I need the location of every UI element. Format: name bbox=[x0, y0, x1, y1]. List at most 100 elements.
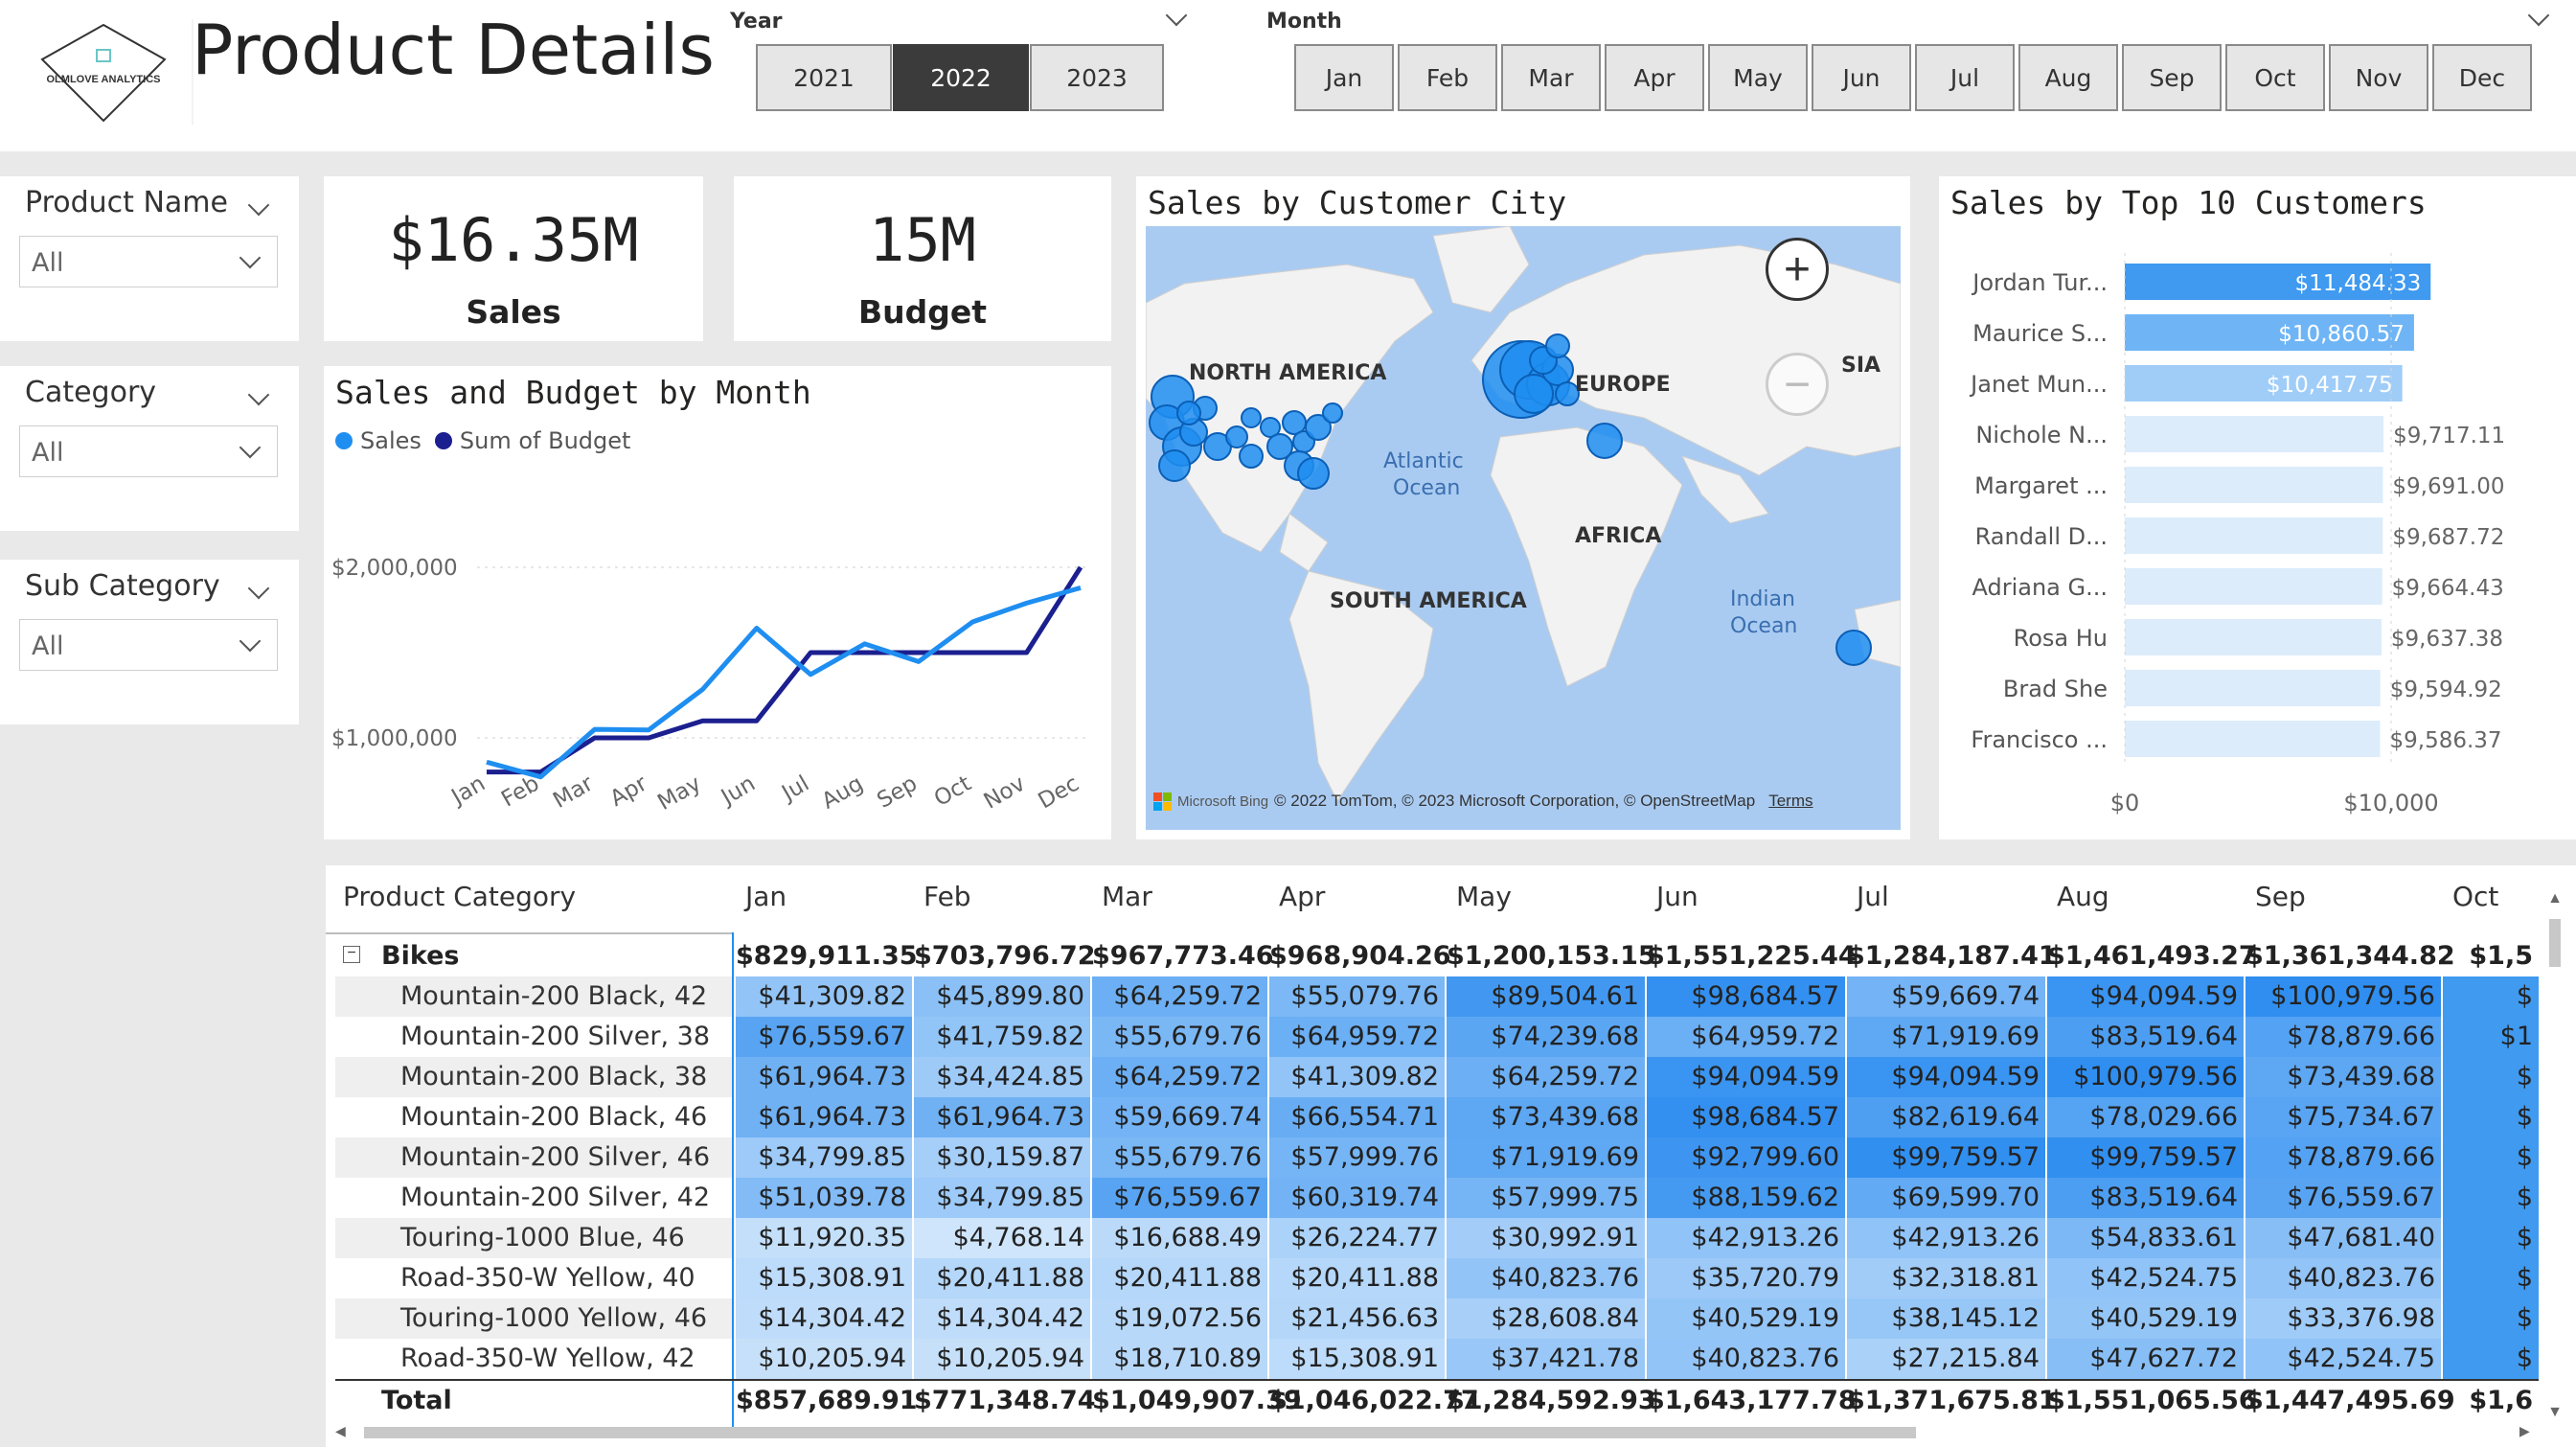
matrix-cell: $40,823.76 bbox=[1447, 1258, 1645, 1298]
bar-value-label: $9,691.00 bbox=[2392, 474, 2504, 499]
horizontal-scrollbar[interactable]: ◀ ▶ bbox=[335, 1423, 2539, 1442]
x-tick-label: $10,000 bbox=[2343, 790, 2438, 816]
matrix-cell: $64,259.72 bbox=[1092, 976, 1267, 1017]
bar-category-label: Francisco ... bbox=[1971, 726, 2108, 753]
bar[interactable] bbox=[2125, 670, 2381, 706]
budget-kpi-card: 15M Budget bbox=[734, 176, 1111, 341]
bar[interactable] bbox=[2125, 467, 2383, 503]
x-tick-label: $0 bbox=[2110, 790, 2140, 816]
top-customers-bar-chart: Sales by Top 10 Customers Jordan Tur... $… bbox=[1939, 176, 2576, 839]
chevron-down-icon[interactable] bbox=[1165, 4, 1188, 27]
month-tile-feb[interactable]: Feb bbox=[1398, 44, 1497, 111]
month-tile-sep[interactable]: Sep bbox=[2122, 44, 2222, 111]
matrix-column-header[interactable]: Oct bbox=[2452, 881, 2498, 912]
chevron-down-icon[interactable] bbox=[239, 246, 262, 269]
matrix-cell: $73,439.68 bbox=[2245, 1057, 2441, 1097]
category-dropdown[interactable]: All bbox=[19, 425, 278, 477]
scroll-up-icon[interactable]: ▲ bbox=[2545, 890, 2565, 907]
x-tick-label: Apr bbox=[606, 770, 652, 812]
scrollbar-thumb[interactable] bbox=[364, 1427, 1916, 1438]
matrix-column-header[interactable]: Feb bbox=[923, 881, 971, 912]
matrix-cell: $51,039.78 bbox=[736, 1178, 912, 1218]
series-line-budget[interactable] bbox=[487, 565, 1083, 775]
bar-value-label: $9,586.37 bbox=[2390, 728, 2502, 753]
matrix-column-header[interactable]: Mar bbox=[1102, 881, 1152, 912]
month-tile-aug[interactable]: Aug bbox=[2018, 44, 2118, 111]
month-tile-nov[interactable]: Nov bbox=[2329, 44, 2428, 111]
series-line-sales[interactable] bbox=[486, 585, 1082, 780]
matrix-cell: $83,519.64 bbox=[2047, 1017, 2244, 1057]
matrix-column-header[interactable]: Aug bbox=[2057, 881, 2109, 912]
collapse-icon[interactable]: − bbox=[343, 946, 360, 963]
matrix-cell: $38,145.12 bbox=[1847, 1298, 2045, 1339]
map-canvas[interactable]: NORTH AMERICA EUROPE SIA AFRICA SOUTH AM… bbox=[1146, 226, 1901, 830]
bar[interactable] bbox=[2125, 619, 2382, 655]
matrix-cell: $21,456.63 bbox=[1269, 1298, 1445, 1339]
bar[interactable] bbox=[2125, 721, 2381, 757]
month-tile-may[interactable]: May bbox=[1708, 44, 1808, 111]
zoom-in-icon[interactable]: + bbox=[1766, 238, 1829, 301]
chevron-down-icon[interactable] bbox=[239, 436, 262, 459]
matrix-cell: $94,094.59 bbox=[2047, 976, 2244, 1017]
matrix-total-cell: $857,689.91 bbox=[736, 1386, 918, 1415]
bar-value-label: $9,717.11 bbox=[2393, 424, 2505, 448]
chevron-down-icon[interactable] bbox=[247, 577, 270, 600]
vertical-scrollbar[interactable]: ▲ ▼ bbox=[2545, 890, 2565, 1427]
matrix-cell: $30,159.87 bbox=[914, 1137, 1090, 1178]
matrix-cell: $94,094.59 bbox=[1647, 1057, 1845, 1097]
year-tile-2022[interactable]: 2022 bbox=[893, 44, 1029, 111]
matrix-cell: $76,559.67 bbox=[1092, 1178, 1267, 1218]
matrix-cell: $64,959.72 bbox=[1269, 1017, 1445, 1057]
month-tile-dec[interactable]: Dec bbox=[2432, 44, 2532, 111]
scroll-down-icon[interactable]: ▼ bbox=[2545, 1404, 2565, 1421]
map-label-asia: SIA bbox=[1841, 354, 1881, 378]
matrix-cell: $47,681.40 bbox=[2245, 1218, 2441, 1258]
month-tile-oct[interactable]: Oct bbox=[2225, 44, 2325, 111]
map-terms-link[interactable]: Terms bbox=[1768, 792, 1812, 811]
chevron-down-icon[interactable] bbox=[239, 630, 262, 653]
scrollbar-thumb[interactable] bbox=[2549, 919, 2561, 967]
month-tile-jul[interactable]: Jul bbox=[1915, 44, 2015, 111]
year-tile-2021[interactable]: 2021 bbox=[756, 44, 892, 111]
matrix-cell: $71,919.69 bbox=[1447, 1137, 1645, 1178]
scroll-right-icon[interactable]: ▶ bbox=[2519, 1423, 2530, 1439]
product-name-dropdown[interactable]: All bbox=[19, 236, 278, 287]
chevron-down-icon[interactable] bbox=[247, 383, 270, 406]
month-tile-apr[interactable]: Apr bbox=[1605, 44, 1704, 111]
matrix-row-label: Road-350-W Yellow, 42 bbox=[400, 1344, 695, 1373]
scroll-left-icon[interactable]: ◀ bbox=[335, 1423, 346, 1439]
matrix-column-header[interactable]: Jan bbox=[745, 881, 786, 912]
matrix-cell: $76,559.67 bbox=[2245, 1178, 2441, 1218]
matrix-cell: $37,421.78 bbox=[1447, 1339, 1645, 1379]
bar[interactable] bbox=[2125, 517, 2383, 554]
matrix-column-header[interactable]: Jun bbox=[1656, 881, 1698, 912]
bar[interactable] bbox=[2125, 568, 2382, 605]
chevron-down-icon[interactable] bbox=[2527, 4, 2550, 27]
year-tile-2023[interactable]: 2023 bbox=[1030, 44, 1164, 111]
zoom-out-icon[interactable]: − bbox=[1766, 353, 1829, 416]
matrix-cell: $57,999.75 bbox=[1447, 1178, 1645, 1218]
month-tile-jun[interactable]: Jun bbox=[1812, 44, 1911, 111]
matrix-group-total: $1,461,493.27 bbox=[2047, 941, 2257, 971]
matrix-group-total: $1,284,187.41 bbox=[1847, 941, 2057, 971]
sub-category-dropdown[interactable]: All bbox=[19, 619, 278, 671]
matrix-row-label: Touring-1000 Blue, 46 bbox=[400, 1223, 685, 1252]
matrix-cell: $18,710.89 bbox=[1092, 1339, 1267, 1379]
bar[interactable] bbox=[2125, 416, 2384, 452]
chevron-down-icon[interactable] bbox=[247, 194, 270, 217]
month-tile-jan[interactable]: Jan bbox=[1294, 44, 1394, 111]
matrix-group-total: $967,773.46 bbox=[1092, 941, 1274, 971]
bar-value-label: $11,484.33 bbox=[2295, 271, 2422, 296]
month-tile-mar[interactable]: Mar bbox=[1501, 44, 1601, 111]
matrix-cell: $78,879.66 bbox=[2245, 1137, 2441, 1178]
page-title: Product Details bbox=[192, 10, 715, 90]
matrix-column-header[interactable]: Apr bbox=[1279, 881, 1325, 912]
matrix-column-header[interactable]: Sep bbox=[2255, 881, 2306, 912]
matrix-cell: $ bbox=[2443, 1258, 2539, 1298]
matrix-cell: $ bbox=[2443, 1137, 2539, 1178]
matrix-cell: $60,319.74 bbox=[1269, 1178, 1445, 1218]
matrix-column-header[interactable]: Jul bbox=[1857, 881, 1889, 912]
product-name-slicer: Product Name All bbox=[0, 176, 299, 341]
bar-category-label: Randall D... bbox=[1975, 523, 2108, 550]
matrix-column-header[interactable]: May bbox=[1456, 881, 1512, 912]
